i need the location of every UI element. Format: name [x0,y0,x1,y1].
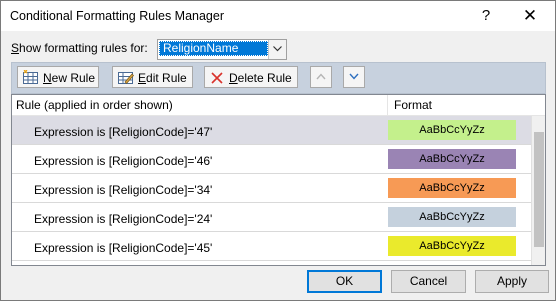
chevron-down-icon[interactable] [268,40,286,59]
rules-manager-dialog: Conditional Formatting Rules Manager ? ✕… [0,0,556,301]
vertical-scrollbar[interactable] [531,116,545,265]
new-rule-icon [23,69,39,92]
rule-expression: Expression is [ReligionCode]='45' [34,241,213,255]
rule-expression: Expression is [ReligionCode]='24' [34,212,213,226]
delete-x-icon [210,70,224,92]
format-preview-swatch: AaBbCcYyZz [388,120,516,140]
show-rules-label: Show formatting rules for: [11,41,148,55]
rule-row[interactable]: Expression is [ReligionCode]='24' AaBbCcY… [12,203,532,232]
new-rule-label-rest: ew Rule [51,71,96,85]
rule-expression: Expression is [ReligionCode]='46' [34,154,213,168]
show-rules-select[interactable]: ReligionName [157,39,287,60]
scrollbar-thumb[interactable] [534,132,544,247]
rule-column-header: Rule (applied in order shown) [16,98,173,112]
help-button[interactable]: ? [471,5,501,27]
edit-rule-label: Edit Rule [138,67,187,89]
move-up-button[interactable] [310,66,332,88]
edit-rule-mnemonic: E [138,71,147,85]
close-button[interactable]: ✕ [515,5,545,27]
rule-row[interactable]: Expression is [ReligionCode]='45' AaBbCcY… [12,232,532,261]
chevron-up-icon [316,73,326,80]
format-preview-swatch: AaBbCcYyZz [388,149,516,169]
rule-row[interactable]: Expression is [ReligionCode]='47' AaBbCcY… [12,116,532,145]
show-rules-selected-value: ReligionName [159,41,268,56]
new-rule-label: New Rule [43,67,95,89]
chevron-down-icon [349,73,359,80]
title-bar: Conditional Formatting Rules Manager ? ✕ [1,1,555,31]
format-column-header: Format [394,98,433,112]
rule-expression: Expression is [ReligionCode]='47' [34,125,213,139]
edit-rule-icon [118,70,134,92]
move-down-button[interactable] [343,66,365,88]
format-preview-swatch: AaBbCcYyZz [388,178,516,198]
rules-list: Rule (applied in order shown) Format Exp… [11,94,546,266]
format-preview-swatch: AaBbCcYyZz [388,207,516,227]
delete-rule-label: Delete Rule [229,67,292,89]
delete-rule-label-rest: elete Rule [237,71,292,85]
cancel-button[interactable]: Cancel [391,270,466,293]
column-divider [387,95,388,115]
new-rule-button[interactable]: New Rule [17,66,99,88]
list-header: Rule (applied in order shown) Format [12,95,545,116]
edit-rule-button[interactable]: Edit Rule [112,66,193,88]
rule-row[interactable]: Expression is [ReligionCode]='34' AaBbCcY… [12,174,532,203]
rule-row[interactable]: Expression is [ReligionCode]='46' AaBbCcY… [12,145,532,174]
apply-button[interactable]: Apply [475,270,549,293]
format-preview-swatch: AaBbCcYyZz [388,236,516,256]
edit-rule-label-rest: dit Rule [146,71,187,85]
new-rule-mnemonic: N [43,71,52,85]
show-rules-label-mnemonic: S [11,41,20,55]
delete-rule-mnemonic: D [229,71,238,85]
ok-button[interactable]: OK [307,270,382,293]
show-rules-label-rest: how formatting rules for: [19,41,148,55]
delete-rule-button[interactable]: Delete Rule [204,66,298,88]
rule-expression: Expression is [ReligionCode]='34' [34,183,213,197]
rules-toolbar: New Rule Edit Rule Delete Rule [11,62,546,94]
window-title: Conditional Formatting Rules Manager [10,9,224,23]
